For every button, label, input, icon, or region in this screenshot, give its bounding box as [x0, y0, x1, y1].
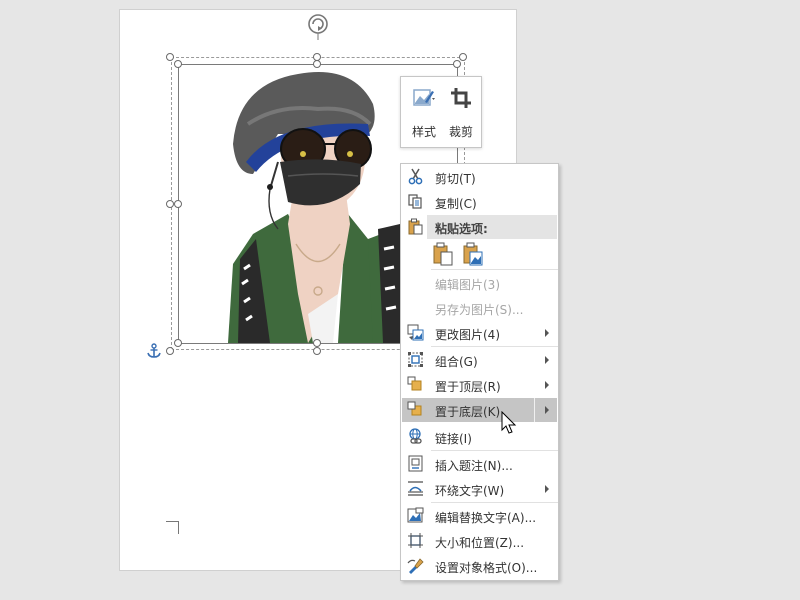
menu-item-send-to-back[interactable]: 置于底层(K) — [402, 398, 557, 422]
submenu-arrow-icon[interactable] — [545, 406, 549, 414]
menu-item-send-to-back-label: 置于底层(K) — [435, 405, 501, 419]
submenu-arrow-icon — [545, 329, 549, 337]
menu-item-copy-label: 复制(C) — [435, 197, 477, 211]
menu-item-wrap-text[interactable]: 环绕文字(W) — [402, 477, 557, 501]
bring-to-front-icon — [407, 376, 422, 391]
submenu-arrow-icon — [545, 356, 549, 364]
insert-caption-icon — [408, 455, 423, 472]
send-to-back-icon — [407, 401, 422, 416]
menu-item-cut-label: 剪切(T) — [435, 172, 476, 186]
menu-separator — [431, 346, 558, 347]
picture-style-button[interactable]: 样式 — [406, 83, 442, 141]
rotate-handle-icon[interactable] — [306, 12, 330, 40]
resize-handle-top-right[interactable] — [453, 60, 461, 68]
menu-item-cut[interactable]: 剪切(T) — [402, 165, 557, 189]
picture-paste-icon[interactable] — [462, 242, 484, 266]
menu-item-insert-caption[interactable]: 插入题注(N)... — [402, 452, 557, 476]
context-menu: 剪切(T) 复制(C) 粘贴选项: 编辑图片(3) 另存为图片(S)... 更改… — [400, 163, 559, 581]
paste-options-label: 粘贴选项: — [435, 222, 488, 236]
menu-separator — [431, 502, 558, 503]
picture-style-icon — [413, 89, 435, 106]
submenu-split-divider — [534, 398, 535, 422]
resize-handle-top-right-outer[interactable] — [459, 53, 467, 61]
resize-handle-top-left-outer[interactable] — [166, 53, 174, 61]
resize-handle-top-center[interactable] — [313, 60, 321, 68]
resize-handle-middle-left-outer[interactable] — [166, 200, 174, 208]
menu-separator — [431, 450, 558, 451]
menu-item-insert-caption-label: 插入题注(N)... — [435, 459, 513, 473]
menu-item-wrap-text-label: 环绕文字(W) — [435, 484, 505, 498]
mini-toolbar: 样式 裁剪 — [400, 76, 482, 148]
link-icon — [409, 428, 422, 444]
resize-handle-bottom-center[interactable] — [313, 339, 321, 347]
keep-source-formatting-icon[interactable] — [432, 242, 454, 266]
paste-options-heading: 粘贴选项: — [427, 215, 557, 239]
copy-icon — [408, 194, 422, 209]
menu-item-group[interactable]: 组合(G) — [402, 348, 557, 372]
crop-icon — [451, 88, 471, 108]
size-position-icon — [408, 533, 423, 548]
menu-item-save-as-picture-label: 另存为图片(S)... — [435, 303, 524, 317]
format-object-icon — [407, 558, 424, 574]
menu-item-bring-to-front-label: 置于顶层(R) — [435, 380, 501, 394]
alt-text-icon — [407, 507, 424, 523]
menu-item-save-as-picture[interactable]: 另存为图片(S)... — [402, 296, 557, 320]
scissors-icon — [408, 168, 423, 185]
change-picture-icon — [407, 324, 424, 341]
resize-handle-top-left[interactable] — [174, 60, 182, 68]
menu-item-bring-to-front[interactable]: 置于顶层(R) — [402, 373, 557, 397]
menu-item-group-label: 组合(G) — [435, 355, 478, 369]
wrap-text-icon — [408, 481, 423, 496]
submenu-arrow-icon — [545, 381, 549, 389]
menu-item-link-label: 链接(I) — [435, 432, 472, 446]
crop-label: 裁剪 — [448, 125, 473, 139]
anchor-icon[interactable] — [146, 343, 162, 359]
menu-item-format-object[interactable]: 设置对象格式(O)... — [402, 554, 557, 578]
menu-item-copy[interactable]: 复制(C) — [402, 190, 557, 214]
menu-item-format-object-label: 设置对象格式(O)... — [435, 561, 538, 575]
crop-button[interactable]: 裁剪 — [443, 83, 479, 141]
menu-item-size-position-label: 大小和位置(Z)... — [435, 536, 525, 550]
menu-item-change-picture[interactable]: 更改图片(4) — [402, 321, 557, 345]
resize-handle-bottom-left[interactable] — [174, 339, 182, 347]
resize-handle-middle-left[interactable] — [174, 200, 182, 208]
menu-item-change-picture-label: 更改图片(4) — [435, 328, 500, 342]
menu-item-link[interactable]: 链接(I) — [402, 425, 557, 449]
submenu-arrow-icon — [545, 485, 549, 493]
group-icon — [408, 352, 423, 367]
margin-corner-mark — [166, 521, 179, 534]
menu-item-edit-alt-text[interactable]: 编辑替换文字(A)... — [402, 504, 557, 528]
menu-item-edit-alt-text-label: 编辑替换文字(A)... — [435, 511, 537, 525]
menu-item-edit-picture-label: 编辑图片(3) — [435, 278, 500, 292]
picture-style-label: 样式 — [411, 125, 436, 139]
paste-icon — [408, 218, 423, 235]
menu-item-size-position[interactable]: 大小和位置(Z)... — [402, 529, 557, 553]
mouse-cursor-icon — [501, 411, 517, 434]
menu-separator — [431, 269, 558, 270]
resize-handle-bottom-center-outer[interactable] — [313, 347, 321, 355]
resize-handle-bottom-left-outer[interactable] — [166, 347, 174, 355]
menu-item-edit-picture[interactable]: 编辑图片(3) — [402, 271, 557, 295]
